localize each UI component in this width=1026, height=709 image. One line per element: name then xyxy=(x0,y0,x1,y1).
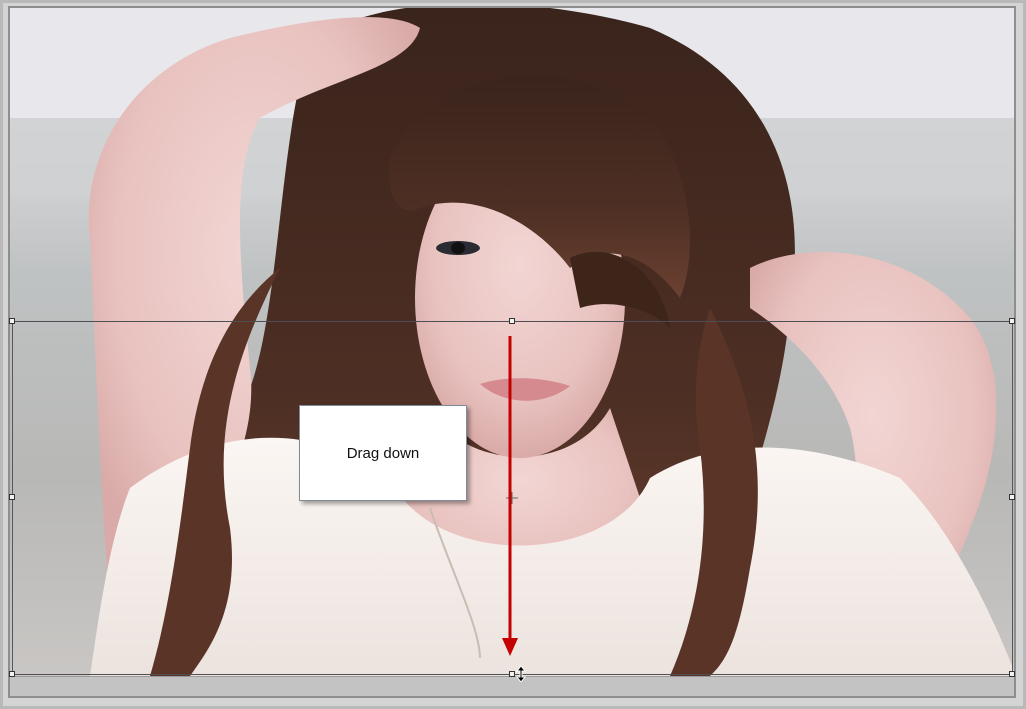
callout-text: Drag down xyxy=(346,444,420,462)
resize-vertical-cursor-icon xyxy=(515,666,527,682)
annotation-layer xyxy=(502,336,518,656)
drag-down-arrow-icon xyxy=(502,336,518,656)
drag-down-callout: Drag down xyxy=(299,405,467,501)
center-crosshair-icon xyxy=(506,492,518,504)
